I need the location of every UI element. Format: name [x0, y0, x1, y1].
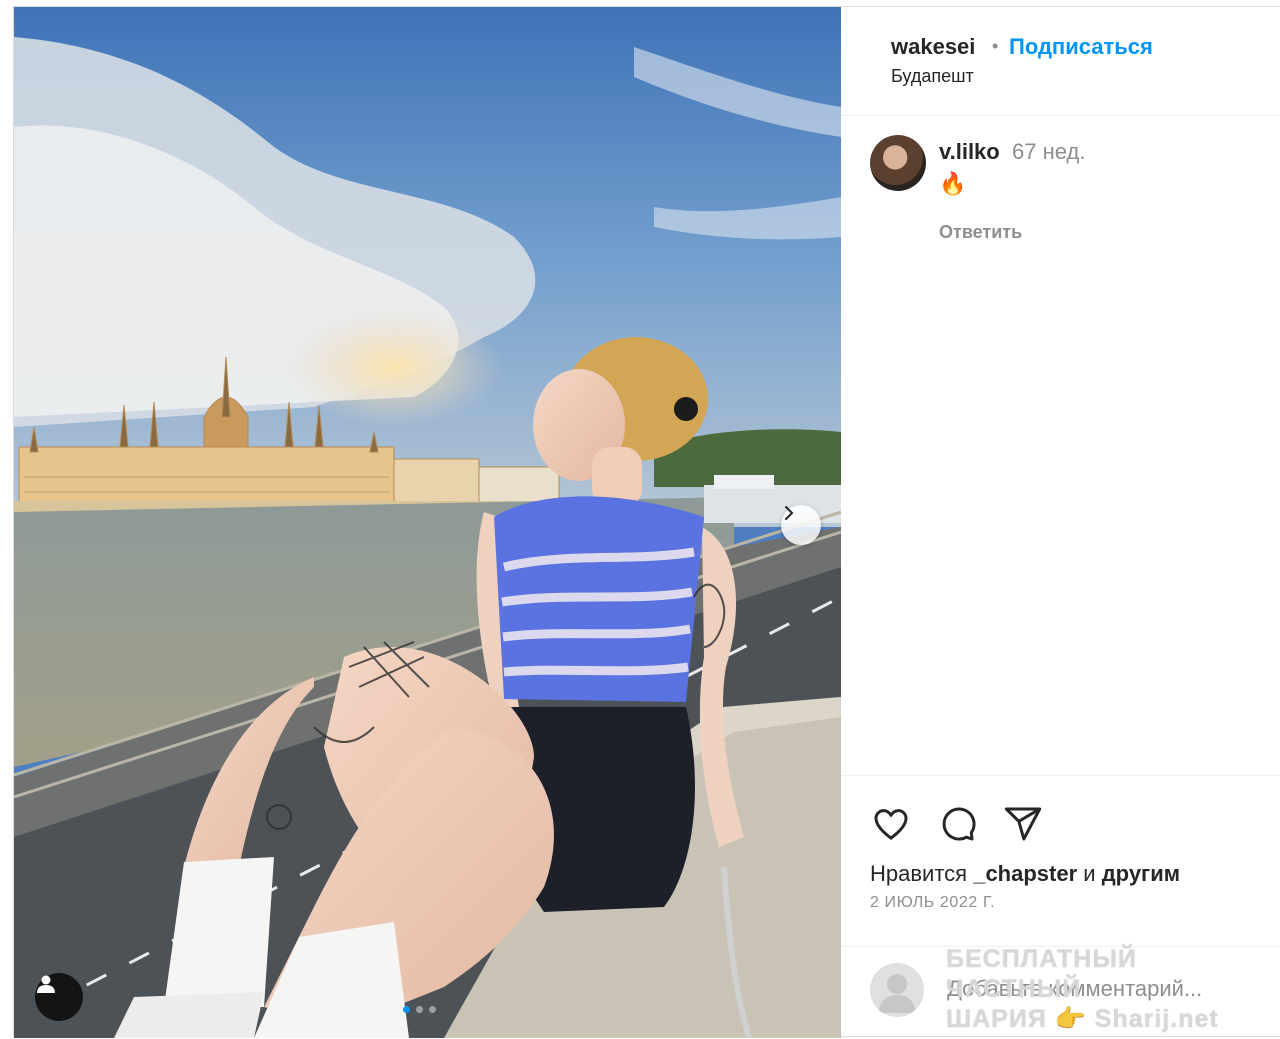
follow-button[interactable]: Подписаться [1009, 34, 1153, 60]
author-username[interactable]: wakesei [891, 34, 975, 60]
header-separator: • [992, 36, 999, 56]
post-dialog: wakesei • Подписаться Будапешт v.lilko 6… [13, 6, 1280, 1038]
carousel-indicator [403, 1006, 436, 1013]
share-button[interactable] [1001, 802, 1045, 846]
default-avatar-icon [878, 974, 916, 1013]
likes-others-link[interactable]: другим [1102, 861, 1180, 886]
next-slide-button[interactable] [781, 505, 821, 545]
current-user-avatar[interactable] [870, 963, 924, 1017]
likes-conjunction: и [1083, 861, 1096, 886]
post-footer: Нравится _chapster и другим 2 ИЮЛЬ 2022 … [841, 775, 1280, 911]
user-icon [37, 975, 55, 993]
carousel-dot [429, 1006, 436, 1013]
add-comment-bar: БЕСПЛАТНЫЙ ЧАСТНЫЙ ШАРИЯ 👉 Sharij.net [841, 945, 1280, 1039]
tagged-users-button[interactable] [35, 973, 83, 1021]
carousel-dot [416, 1006, 423, 1013]
post-photo[interactable] [14, 7, 841, 1038]
likes-prefix: Нравится [870, 861, 968, 886]
post-side-panel: wakesei • Подписаться Будапешт v.lilko 6… [841, 7, 1280, 1036]
chevron-right-icon [785, 506, 794, 520]
comment-text: 🔥 [939, 171, 967, 196]
commenter-avatar[interactable] [870, 135, 926, 191]
watermark-line: ШАРИЯ 👉 Sharij.net [946, 1005, 1219, 1033]
heart-icon [874, 809, 908, 840]
post-header: wakesei • Подписаться Будапешт [841, 7, 1280, 116]
photo-illustration [14, 7, 841, 1038]
comment-timestamp[interactable]: 67 нед. [1012, 139, 1085, 165]
likes-summary: Нравится _chapster и другим [870, 861, 1180, 887]
carousel-dot [403, 1006, 410, 1013]
reply-button[interactable]: Ответить [939, 222, 1022, 243]
comment-icon [942, 807, 976, 841]
likes-user-link[interactable]: _chapster [973, 861, 1077, 886]
comment-button[interactable] [935, 802, 979, 846]
post-date[interactable]: 2 ИЮЛЬ 2022 Г. [870, 894, 995, 912]
like-button[interactable] [869, 802, 913, 846]
commenter-username[interactable]: v.lilko [939, 139, 1000, 165]
action-bar [869, 802, 1045, 846]
comment-input[interactable] [945, 975, 1269, 1003]
post-location[interactable]: Будапешт [891, 66, 974, 87]
share-icon [1004, 807, 1042, 841]
